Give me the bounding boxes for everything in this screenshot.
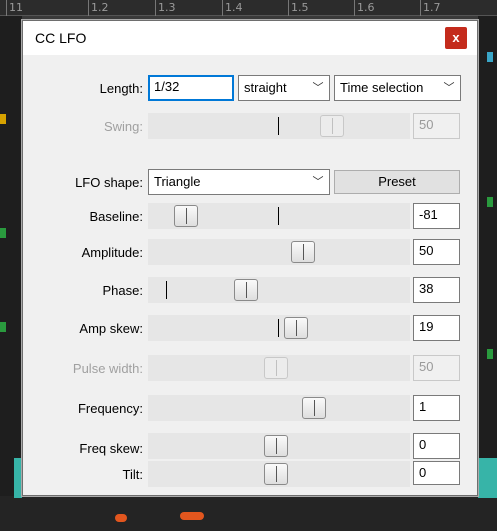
swing-slider[interactable] [148, 113, 410, 139]
ruler-tick: 1.2 [88, 0, 109, 16]
lfo-shape-dropdown[interactable]: Triangle ﹀ [148, 169, 330, 195]
freq-skew-slider-thumb[interactable] [264, 435, 288, 457]
track-marker [487, 349, 493, 359]
dialog-title: CC LFO [35, 30, 87, 46]
phase-slider-thumb[interactable] [234, 279, 258, 301]
baseline-label: Baseline: [89, 209, 143, 224]
tilt-slider[interactable] [148, 461, 410, 487]
title-bar[interactable]: CC LFO x [23, 21, 477, 55]
cc-lfo-dialog: CC LFO x Length: 1/32 straight ﹀ Time se… [22, 20, 478, 496]
swing-value-input[interactable]: 50 [413, 113, 460, 139]
pulse-width-slider[interactable] [148, 355, 410, 381]
freq-skew-label: Freq skew: [79, 441, 143, 456]
track-marker [115, 514, 127, 522]
baseline-center-mark [278, 207, 279, 225]
freq-skew-slider[interactable] [148, 433, 410, 459]
amplitude-label: Amplitude: [81, 245, 143, 260]
amplitude-slider-thumb[interactable] [291, 241, 315, 263]
freq-skew-value-input[interactable]: 0 [413, 433, 460, 459]
track-region [14, 458, 22, 498]
tilt-slider-thumb[interactable] [264, 463, 288, 485]
track-lane-right [478, 16, 497, 531]
length-range-dropdown[interactable]: Time selection ﹀ [334, 75, 461, 101]
ruler-tick: 1.7 [420, 0, 441, 16]
track-marker [0, 114, 6, 124]
length-mode-value: straight [244, 80, 287, 95]
swing-label: Swing: [103, 119, 143, 134]
ruler-tick: 1.6 [354, 0, 375, 16]
chevron-down-icon: ﹀ [311, 79, 325, 97]
phase-label: Phase: [102, 283, 143, 298]
phase-center-mark [166, 281, 167, 299]
track-marker [487, 197, 493, 207]
track-marker [0, 228, 6, 238]
track-marker [180, 512, 204, 520]
amp-skew-slider[interactable] [148, 315, 410, 341]
chevron-down-icon: ﹀ [311, 173, 325, 191]
lfo-shape-value: Triangle [154, 174, 201, 189]
chevron-down-icon: ﹀ [442, 79, 456, 97]
frequency-slider-thumb[interactable] [302, 397, 326, 419]
amplitude-slider[interactable] [148, 239, 410, 265]
amplitude-value-input[interactable]: 50 [413, 239, 460, 265]
tilt-label: Tilt: [122, 467, 143, 482]
swing-center-mark [278, 117, 279, 135]
timeline-ruler: 11 1.2 1.3 1.4 1.5 1.6 1.7 [0, 0, 497, 16]
ruler-tick: 1.4 [222, 0, 243, 16]
frequency-label: Frequency: [77, 401, 143, 416]
amp-skew-value-input[interactable]: 19 [413, 315, 460, 341]
amp-skew-slider-thumb[interactable] [284, 317, 308, 339]
baseline-value-input[interactable]: -81 [413, 203, 460, 229]
phase-slider[interactable] [148, 277, 410, 303]
length-label: Length: [99, 81, 143, 96]
track-region [478, 458, 497, 498]
ruler-tick: 1.5 [288, 0, 309, 16]
swing-slider-thumb[interactable] [320, 115, 344, 137]
lfo-shape-label: LFO shape: [75, 175, 143, 190]
frequency-value-input[interactable]: 1 [413, 395, 460, 421]
track-marker [487, 52, 493, 62]
length-mode-dropdown[interactable]: straight ﹀ [238, 75, 330, 101]
pulse-width-slider-thumb[interactable] [264, 357, 288, 379]
phase-value-input[interactable]: 38 [413, 277, 460, 303]
amp-skew-label: Amp skew: [79, 321, 143, 336]
pulse-width-label: Pulse width: [72, 361, 143, 376]
pulse-width-value-input[interactable]: 50 [413, 355, 460, 381]
ruler-tick: 1.3 [155, 0, 176, 16]
track-marker [0, 322, 6, 332]
preset-button[interactable]: Preset [334, 170, 460, 194]
baseline-slider-thumb[interactable] [174, 205, 198, 227]
baseline-slider[interactable] [148, 203, 410, 229]
ruler-tick: 11 [6, 0, 23, 16]
amp-skew-center-mark [278, 319, 279, 337]
length-input[interactable]: 1/32 [148, 75, 234, 101]
track-lane-left [0, 16, 22, 531]
tilt-value-input[interactable]: 0 [413, 461, 460, 485]
track-lane-bottom [0, 496, 497, 531]
close-button[interactable]: x [445, 27, 467, 49]
length-range-value: Time selection [340, 80, 424, 95]
frequency-slider[interactable] [148, 395, 410, 421]
